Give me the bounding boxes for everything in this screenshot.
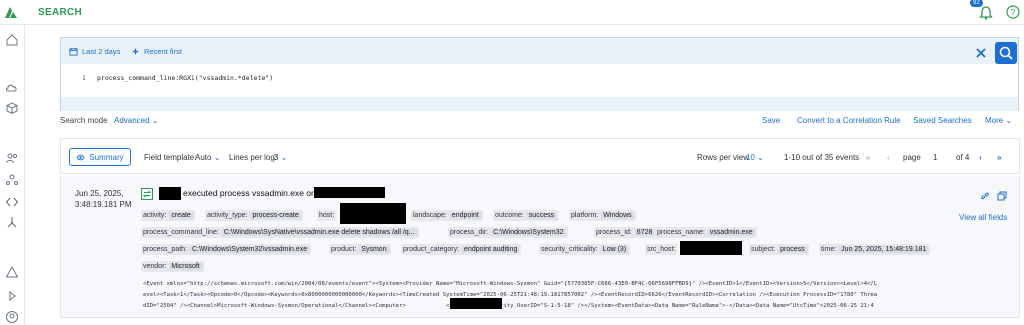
search-mode-row: Search mode Advanced ⌄ Save Convert to a… [60, 116, 1020, 128]
first-page-icon[interactable]: « [866, 153, 870, 162]
sparkle-icon [131, 47, 140, 56]
results-toolbar: Summary Field template: Auto ⌄ Lines per… [60, 138, 1020, 174]
user-icon[interactable] [5, 310, 19, 324]
copy-icon[interactable] [997, 191, 1007, 201]
field-chip[interactable]: process_dir: C:\Windows\System32 [448, 227, 568, 238]
left-nav-rail [0, 25, 25, 325]
redaction-block [159, 187, 181, 200]
field-chip[interactable]: security_criticality: Low (3) [539, 244, 631, 255]
query-footer [61, 97, 1018, 111]
sort-order-label: Recent first [144, 47, 182, 56]
users-icon[interactable] [5, 151, 19, 165]
query-input-area[interactable]: 1 process_command_line:RGXi("vssadmin.*d… [61, 64, 1018, 97]
page-title: SEARCH [38, 7, 83, 18]
page-label: page [903, 153, 921, 162]
field-chip[interactable]: activity: create [141, 210, 195, 221]
link-icon[interactable] [980, 191, 990, 201]
field-chip[interactable]: product_category: endpoint auditing [401, 244, 522, 255]
field-template-value: Auto [195, 153, 212, 162]
logo-icon[interactable] [4, 5, 18, 19]
cloud-icon[interactable] [5, 81, 19, 95]
prev-page-icon[interactable]: ‹ [887, 153, 890, 162]
summary-button[interactable]: Summary [69, 148, 131, 166]
page-number-input[interactable]: 1 [933, 153, 937, 162]
range-text: 1-10 out of 35 events [784, 153, 860, 162]
close-icon[interactable] [974, 46, 988, 60]
field-chip[interactable]: host: [317, 210, 337, 221]
search-mode-value: Advanced [114, 116, 150, 125]
saved-searches-link[interactable]: Saved Searches [913, 116, 972, 125]
rows-per-view-dropdown[interactable]: 10 ⌄ [746, 153, 764, 162]
redaction-block [340, 203, 406, 224]
convert-correlation-link[interactable]: Convert to a Correlation Rule [797, 116, 901, 125]
eye-icon [76, 154, 85, 160]
lines-per-log-label: Lines per log: [229, 153, 278, 162]
page-total: of 4 [956, 153, 970, 162]
time-range-label: Last 2 days [82, 47, 121, 56]
field-chip[interactable]: outcome: success [493, 210, 559, 221]
query-header: Last 2 days Recent first [61, 38, 1018, 64]
calendar-icon [69, 47, 78, 56]
rows-per-view-value: 10 [746, 153, 755, 162]
field-chip[interactable]: landscape: endpoint [411, 210, 483, 221]
more-menu[interactable]: More ⌄ [985, 116, 1012, 125]
sort-order-toggle[interactable]: Recent first [131, 47, 182, 56]
raw-event-text: <Event xmlns="http://schemas.microsoft.c… [143, 281, 878, 309]
field-template-dropdown[interactable]: Auto ⌄ [195, 153, 220, 162]
redaction-block [314, 187, 385, 198]
top-bar: SEARCH 92 ? [0, 0, 1024, 25]
bell-icon[interactable] [978, 5, 994, 21]
search-icon [999, 46, 1013, 60]
field-chip[interactable]: subject: process [749, 244, 809, 255]
field-chip[interactable]: src_host: [645, 244, 678, 255]
lines-per-log-dropdown[interactable]: 3 ⌄ [274, 153, 287, 162]
field-chip[interactable]: process_id: 6728 [594, 227, 657, 238]
play-icon[interactable] [5, 289, 19, 303]
lines-per-log-value: 3 [274, 153, 279, 162]
assets-icon[interactable] [5, 173, 19, 187]
event-row[interactable]: Jun 25, 2025, 3:48:19.181 PM executed pr… [60, 176, 1020, 318]
field-chip[interactable]: process_name: vssadmin.exe [655, 227, 757, 238]
field-chip[interactable]: vendor: Microsoft [141, 261, 204, 272]
alert-icon[interactable] [5, 265, 19, 279]
field-chip[interactable]: product: Sysmon [329, 244, 391, 255]
network-icon[interactable] [5, 215, 19, 229]
more-label: More [985, 116, 1004, 125]
cube-icon[interactable] [5, 101, 19, 115]
summary-label: Summary [89, 152, 124, 162]
query-text[interactable]: process_command_line:RGXi("vssadmin.*del… [97, 74, 273, 82]
line-number: 1 [82, 74, 86, 82]
field-template-label: Field template: [144, 153, 197, 162]
field-chip[interactable]: process_path: C:\Windows\System32\vssadmi… [141, 244, 312, 255]
last-page-icon[interactable]: » [997, 153, 1001, 162]
event-date: Jun 25, 2025, [75, 189, 124, 198]
search-mode-dropdown[interactable]: Advanced ⌄ [114, 116, 159, 125]
process-icon [141, 188, 153, 200]
help-icon[interactable]: ? [1006, 5, 1020, 19]
search-mode-label: Search mode [60, 116, 108, 125]
view-all-fields-link[interactable]: View all fields [959, 213, 1007, 222]
time-range-picker[interactable]: Last 2 days [69, 47, 120, 56]
save-link[interactable]: Save [762, 116, 780, 125]
field-chip[interactable]: process_command_line: C:\Windows\SysNativ… [141, 227, 419, 238]
event-timestamp: Jun 25, 2025, 3:48:19.181 PM [75, 188, 131, 210]
field-chip[interactable]: time: Jun 25, 2025, 15:48:19.181 [819, 244, 931, 255]
next-page-icon[interactable]: › [979, 153, 982, 162]
code-icon[interactable] [5, 195, 19, 209]
redaction-block [680, 241, 742, 255]
home-icon[interactable] [5, 33, 19, 47]
query-editor[interactable]: Last 2 days Recent first 1 process_comma… [60, 37, 1019, 111]
event-title: executed process vssadmin.exe on [183, 188, 316, 198]
rows-per-view-label: Rows per view [697, 153, 750, 162]
redaction-block [450, 298, 502, 309]
search-button[interactable] [995, 42, 1017, 64]
event-time: 3:48:19.181 PM [75, 200, 132, 209]
field-chip[interactable]: activity_type: process-create [205, 210, 303, 221]
field-chip[interactable]: platform: Windows [569, 210, 636, 221]
svg-text:?: ? [1011, 8, 1016, 17]
